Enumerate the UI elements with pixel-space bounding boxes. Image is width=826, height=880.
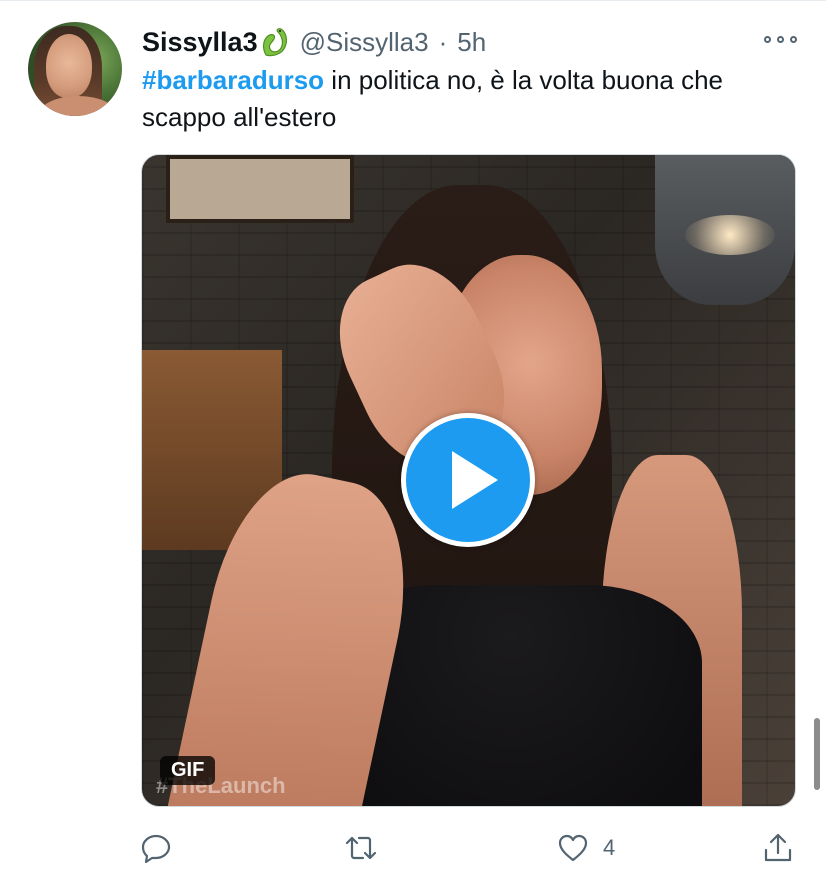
- display-name[interactable]: Sissylla3: [142, 27, 258, 58]
- share-icon: [764, 833, 792, 862]
- like-button[interactable]: 4: [557, 828, 615, 868]
- gif-media[interactable]: #TheLaunch GIF: [141, 154, 796, 807]
- tweet-text: #barbaradurso in politica no, è la volta…: [142, 62, 802, 136]
- play-icon: [452, 451, 498, 509]
- retweet-button[interactable]: [345, 828, 377, 868]
- user-handle[interactable]: @Sissylla3: [300, 27, 429, 58]
- separator-dot: ·: [438, 26, 448, 57]
- gif-badge: GIF: [160, 756, 216, 785]
- like-count: 4: [603, 835, 616, 860]
- retweet-icon: [345, 836, 377, 860]
- media-picture-frame: [166, 155, 354, 223]
- scrollbar[interactable]: [814, 718, 820, 790]
- snake-icon: [262, 28, 287, 57]
- hashtag-link[interactable]: #barbaradurso: [142, 65, 324, 95]
- play-button[interactable]: [401, 413, 535, 547]
- more-icon[interactable]: [764, 32, 798, 46]
- media-lamp: [655, 155, 795, 305]
- reply-icon: [141, 834, 171, 864]
- top-divider: [0, 0, 826, 1]
- action-bar: 4: [140, 828, 800, 868]
- avatar-face: [46, 34, 92, 98]
- heart-icon: [558, 834, 588, 862]
- avatar[interactable]: [28, 22, 122, 116]
- tweet-header: Sissylla3 @Sissylla3 · 5h: [142, 22, 486, 62]
- share-button[interactable]: [762, 828, 794, 868]
- reply-button[interactable]: [140, 828, 172, 868]
- timestamp[interactable]: 5h: [457, 27, 486, 58]
